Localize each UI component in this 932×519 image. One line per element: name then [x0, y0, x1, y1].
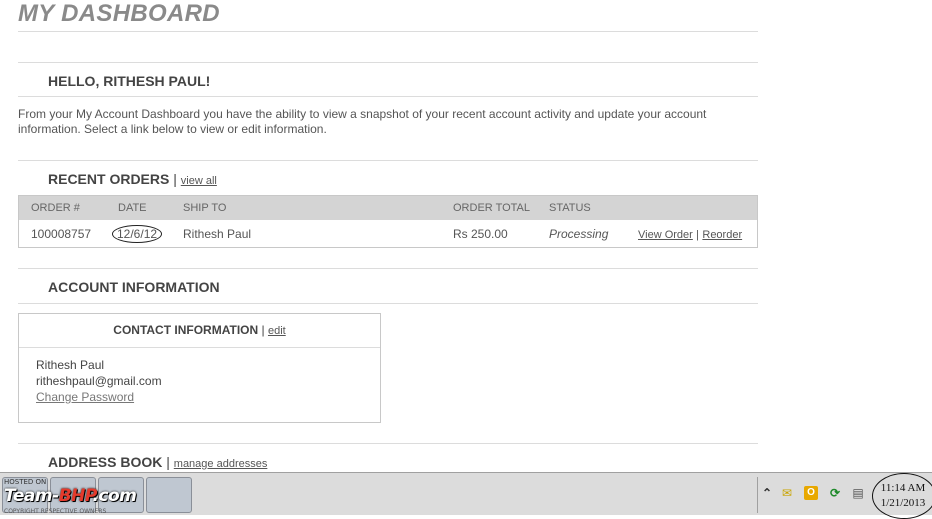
- taskbar-app-button[interactable]: [146, 477, 192, 513]
- logo-team: Team-: [4, 486, 59, 506]
- contact-info-title: CONTACT INFORMATION: [113, 323, 259, 337]
- view-order-link[interactable]: View Order: [638, 229, 693, 241]
- col-actions: [626, 195, 758, 220]
- contact-email: ritheshpaul@gmail.com: [36, 374, 162, 388]
- recent-orders-table: ORDER # DATE SHIP TO ORDER TOTAL STATUS …: [18, 195, 758, 248]
- order-date: 12/6/12: [112, 224, 163, 243]
- contact-info-heading: CONTACT INFORMATION | edit: [19, 314, 380, 348]
- address-book-heading: ADDRESS BOOK | manage addresses: [48, 454, 267, 470]
- page-title: MY DASHBOARD: [18, 0, 758, 32]
- order-status: Processing: [549, 226, 609, 241]
- separator: |: [173, 171, 177, 187]
- recent-orders-heading: RECENT ORDERS | view all: [48, 171, 217, 187]
- address-book-title: ADDRESS BOOK: [48, 454, 163, 470]
- system-tray: ⌃ ✉ O ⟳ ▤ 11:14 AM 1/21/2013: [757, 473, 932, 519]
- view-all-link[interactable]: view all: [181, 175, 217, 187]
- chevron-up-icon[interactable]: ⌃: [760, 486, 774, 500]
- divider: [18, 268, 758, 269]
- order-actions: View Order | Reorder: [626, 220, 758, 248]
- team-bhp-logo: Team-BHP.com: [4, 486, 137, 506]
- col-order: ORDER #: [18, 195, 106, 220]
- edit-contact-link[interactable]: edit: [268, 325, 286, 337]
- divider: [18, 443, 758, 444]
- contact-info-box: CONTACT INFORMATION | edit Rithesh Paul …: [18, 313, 381, 423]
- taskbar-apps: HOSTED ON Team-BHP.com COPYRIGHT RESPECT…: [0, 477, 200, 515]
- col-ship-to: SHIP TO: [171, 195, 441, 220]
- change-password-link[interactable]: Change Password: [36, 389, 380, 405]
- mail-icon[interactable]: ✉: [780, 486, 794, 500]
- network-icon[interactable]: ▤: [851, 486, 865, 500]
- col-order-total: ORDER TOTAL: [441, 195, 537, 220]
- logo-bhp: BHP: [58, 486, 93, 506]
- contact-name: Rithesh Paul: [36, 358, 105, 372]
- reorder-link[interactable]: Reorder: [702, 229, 742, 241]
- divider: [18, 96, 758, 97]
- system-clock[interactable]: 11:14 AM 1/21/2013: [873, 477, 932, 513]
- watermark-hosted-on: HOSTED ON: [4, 478, 47, 486]
- order-number: 100008757: [31, 226, 92, 241]
- col-date: DATE: [106, 195, 171, 220]
- separator: |: [696, 228, 700, 241]
- recent-orders-title: RECENT ORDERS: [48, 171, 170, 187]
- account-info-heading: ACCOUNT INFORMATION: [48, 279, 220, 295]
- windows-taskbar: HOSTED ON Team-BHP.com COPYRIGHT RESPECT…: [0, 472, 932, 519]
- separator: |: [166, 454, 170, 470]
- clock-time: 11:14 AM: [880, 482, 926, 494]
- order-date-cell: 12/6/12: [106, 220, 171, 248]
- greeting-heading: HELLO, RITHESH PAUL!: [48, 73, 211, 89]
- divider: [18, 62, 758, 63]
- intro-text: From your My Account Dashboard you have …: [18, 107, 707, 136]
- logo-com: .com: [92, 486, 137, 506]
- sync-icon[interactable]: ⟳: [828, 486, 842, 500]
- order-total: Rs 250.00: [453, 226, 508, 241]
- clock-date: 1/21/2013: [880, 497, 926, 509]
- manage-addresses-link[interactable]: manage addresses: [174, 458, 268, 470]
- table-row: 100008757 12/6/12 Rithesh Paul Rs 250.00…: [19, 220, 758, 248]
- contact-details: Rithesh Paul ritheshpaul@gmail.com Chang…: [19, 348, 380, 405]
- order-ship-to: Rithesh Paul: [183, 226, 252, 241]
- office-icon[interactable]: O: [804, 486, 818, 500]
- divider: [18, 303, 758, 304]
- separator: |: [261, 323, 265, 337]
- col-status: STATUS: [537, 195, 626, 220]
- divider: [18, 160, 758, 161]
- table-header-row: ORDER # DATE SHIP TO ORDER TOTAL STATUS: [18, 195, 758, 220]
